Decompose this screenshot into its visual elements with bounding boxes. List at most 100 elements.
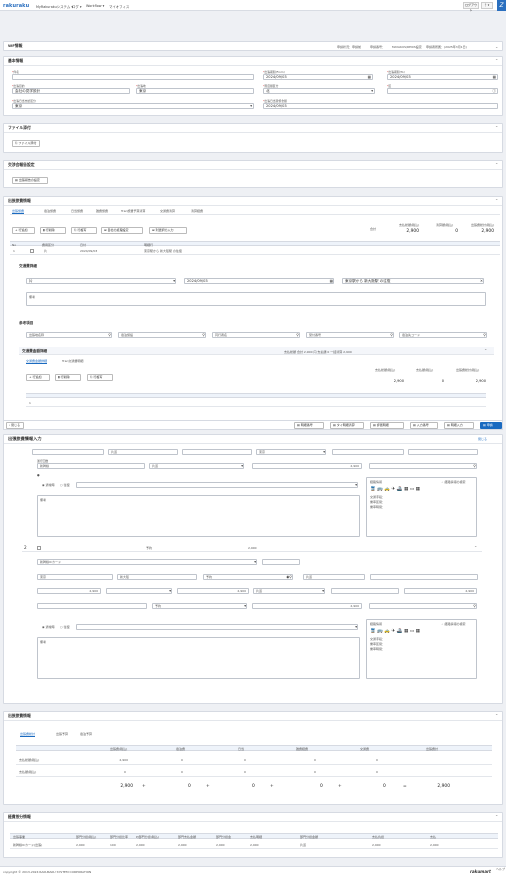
tab-daily[interactable]: 日当旅費 [71,209,83,213]
action-button-4[interactable]: ▤ 入力番号 [410,422,438,429]
transport-mode-icons[interactable]: 🚆 🚌 🚕 ✈ 🚢 ▦ ▭ ▦ [370,487,420,492]
line2-radio-oneway[interactable]: ◉ 通常時 [42,625,55,629]
back-button[interactable]: ‹ 閉じる [6,422,24,429]
menu-item-4[interactable]: マイオフィス [109,4,129,9]
close-link[interactable]: 閉じる [478,437,487,441]
tab-hotel-budget[interactable]: 宿泊予算 [80,732,92,736]
chevron-down-icon[interactable]: ⌄ [495,44,498,49]
add-line-button[interactable]: + 行追加 [26,374,50,381]
table-row[interactable]: 1 片 2024/09/03 東京駅から 新大阪駅 の往復 [10,248,500,255]
line2-type[interactable]: ▾ [106,588,172,594]
chevron-up-icon[interactable]: ⌃ [495,125,498,130]
line2-route[interactable]: ⚲ [369,603,477,609]
line1-note-area[interactable]: 備考 [37,495,360,537]
copy-row-button[interactable]: ⎘ 行複写 [71,227,97,234]
extra-input-3[interactable]: 同行者名 ⚲ [212,332,300,338]
radio-roundtrip[interactable]: ○ 往復 [60,483,70,487]
allowance-select[interactable]: 東京 ▾ [12,103,254,109]
copy-line-button[interactable]: ⎘ 行複写 [87,374,113,381]
chevron-up-icon[interactable]: ⌃ [484,348,487,353]
line2-from[interactable]: 東京 [37,574,113,580]
extra-input-1[interactable]: 出張地名称 ⚲ [26,332,112,338]
chevron-up-icon[interactable]: ⌃ [495,162,498,167]
line1-fare[interactable]: 2,900 [252,463,362,469]
line2-fare[interactable]: 2,900 [37,588,101,594]
chevron-up-icon[interactable]: ⌃ [495,814,498,819]
column-select-button[interactable]: ⊞ 列選択の入力 [149,227,187,234]
line1-field-6[interactable] [408,449,478,455]
delete-row-button[interactable]: ▮ 行削除 [40,227,66,234]
tab-total[interactable]: 出張費総計 [20,732,36,737]
tab-transport[interactable]: 交通費清算 [160,209,175,213]
line2-amount[interactable]: 2,900 [177,588,249,594]
receipt-input[interactable]: 2024/09/03 [263,103,498,109]
line2-ticket-2[interactable] [37,603,147,609]
line2-trip[interactable]: 片道 [303,574,365,580]
extra-input-5[interactable]: 宿泊先コード ⚲ [399,332,487,338]
radio-oneway[interactable]: ◉ 通常時 [42,483,55,487]
line2-select[interactable]: 片道 ▾ [253,588,325,594]
tab-settle[interactable]: 清算経費 [191,209,203,213]
transport-note-area[interactable]: 備考 [26,292,486,306]
from-date-input[interactable]: 2024/09/03 ▦ [263,74,373,80]
row-checkbox[interactable] [30,249,34,253]
delete-line-button[interactable]: ▮ 行削除 [55,374,81,381]
extra-input-4[interactable]: 受付番号 ⚲ [306,332,394,338]
tab-expense[interactable]: 出張旅費 [12,209,25,214]
prior-report-button[interactable]: ▤ 出張報告の設定 [12,177,48,184]
line1-ticket[interactable]: 新幹線 [37,463,145,469]
help-menu-button[interactable]: ？▾ [481,2,493,9]
line2-radio-roundtrip[interactable]: ○ 往復 [60,625,70,629]
table-row[interactable]: 2 予約 2,900 ⌃ [22,545,482,552]
menu-item-3[interactable]: Workflow ▾ [86,4,104,8]
route-search-link[interactable]: ⁘ 経路情報の検索 [441,480,465,484]
table-row[interactable]: 1 [26,400,486,407]
line2-to[interactable]: 新大阪 [117,574,197,580]
tab-trans-detail[interactable]: 交通費金額詳細 [26,359,48,364]
line1-field-5[interactable] [332,449,404,455]
table-row[interactable]: 新幹線ICカード(出張) 2,900 100 2,900 2,900 2,900 2,900… [10,842,498,849]
line2-extra[interactable] [370,574,478,580]
line1-field-1[interactable] [32,449,104,455]
action-button-5[interactable]: ▤ 明細入力 [444,422,474,429]
route-search-link[interactable]: ⁘ 経路情報の検索 [441,622,465,626]
line2-checkbox[interactable] [37,546,41,550]
tab-budget[interactable]: 出張予算 [56,732,68,736]
action-button-3[interactable]: ▤ 評価明細 [370,422,404,429]
ward-input[interactable]: ⓘ [387,88,498,94]
submit-button[interactable]: ▤ 申請 [480,422,502,429]
action-button-1[interactable]: ▤ 明細番号 [294,422,324,429]
help-link[interactable]: ヘルプ [496,867,505,871]
line2-extra-2[interactable] [331,588,399,594]
line1-field-3[interactable] [182,449,252,455]
extra-input-2[interactable]: 宿泊施設 ⚲ [118,332,206,338]
to-date-input[interactable]: 2024/09/03 ▦ [387,74,498,80]
add-row-button[interactable]: + 行追加 [12,227,35,234]
line2-reserve[interactable]: 予約 ◉⚲ [203,574,293,580]
line2-trip-2[interactable]: 予約 ▾ [152,603,247,609]
chevron-up-icon[interactable]: ⌃ [495,198,498,203]
line2-select-2[interactable]: ▾ [76,624,358,630]
attach-file-button[interactable]: ⎘ ファイル添付 [12,140,40,147]
logout-button[interactable]: ログアウト [463,2,479,12]
tab-hotel[interactable]: 宿泊旅費 [44,209,56,213]
transport-date-input[interactable]: 2024/09/03 ▦ [184,278,334,284]
setting-button[interactable]: ⊞ 自社の処理設定 [101,227,143,234]
line2-total[interactable]: 2,900 [404,588,477,594]
tab-tran-detail[interactable]: Tran交通費明細 [62,359,83,363]
line2-code[interactable] [262,559,300,565]
tab-misc[interactable]: 雑費旅費 [96,209,108,213]
limit-select[interactable]: 北 ▾ [263,88,375,94]
app-logo[interactable]: rakuraku [3,3,29,9]
transport-from-select[interactable]: 片 ▾ [26,278,176,284]
transport-mode-icons[interactable]: 🚆 🚌 🚕 ✈ 🚢 ▦ ▭ ▦ [370,629,420,634]
menu-item-1[interactable]: MyRakurakuシステム ▾ [36,4,73,9]
line1-field-4[interactable]: 東京 ▾ [256,449,326,455]
purpose-input[interactable]: 会社の見学設計 [12,88,130,94]
line1-route[interactable]: ⚲ [369,463,477,469]
line1-field-2[interactable]: 片道 [108,449,178,455]
action-button-2[interactable]: ▤ タイ明細清算 [330,422,364,429]
line2-note-area[interactable]: 備考 [37,637,360,679]
line2-ticket[interactable]: 新幹線ICカード ▾ [37,559,257,565]
chevron-up-icon[interactable]: ⌃ [495,58,498,63]
